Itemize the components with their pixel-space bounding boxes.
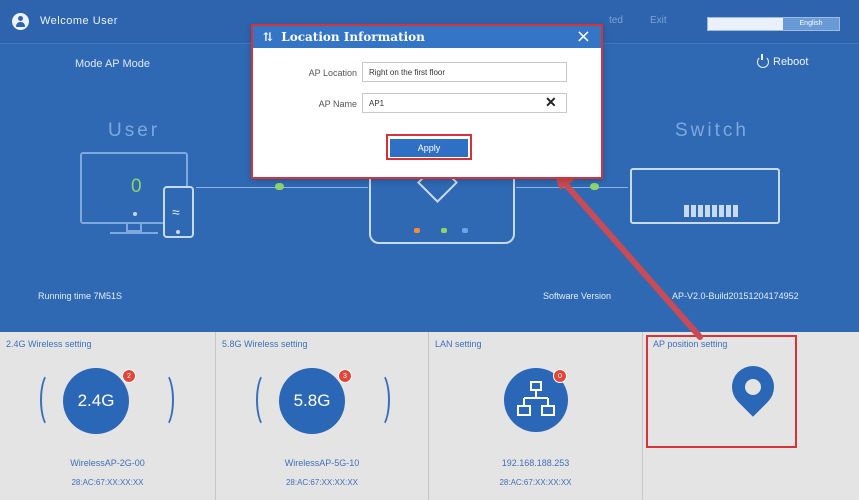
ssid-label: WirelessAP-2G-00 bbox=[70, 458, 145, 468]
panel-title: 5.8G Wireless setting bbox=[222, 339, 308, 349]
panel-58g-wireless[interactable]: 5.8G Wireless setting 5.8G 3 WirelessAP-… bbox=[216, 332, 429, 500]
clear-input-icon[interactable]: ✕ bbox=[545, 94, 557, 111]
dialog-header: ⇅ Location Information × bbox=[253, 26, 601, 48]
dialog-title: Location Information bbox=[281, 30, 425, 44]
wifi-24g-circle[interactable]: 2.4G bbox=[63, 368, 129, 434]
user-label: User bbox=[108, 120, 161, 141]
bracket-right-icon bbox=[370, 372, 390, 428]
tab-faded-1[interactable]: ted bbox=[609, 15, 623, 26]
software-version-value: AP-V2.0-Build20151204174952 bbox=[672, 291, 799, 301]
ssid-label: WirelessAP-5G-10 bbox=[284, 458, 360, 468]
panel-lan[interactable]: LAN setting 0 192.168.188.253 28:AC:67:X… bbox=[429, 332, 643, 500]
close-icon[interactable]: × bbox=[576, 26, 591, 48]
wifi-icon: ≈ bbox=[172, 204, 180, 220]
led-green bbox=[441, 228, 447, 233]
monitor-stand-icon bbox=[126, 224, 142, 232]
location-dialog: ⇅ Location Information × AP Location AP … bbox=[251, 24, 603, 179]
exit-link[interactable]: Exit bbox=[650, 15, 667, 26]
switch-label: Switch bbox=[675, 120, 749, 141]
client-count: 0 bbox=[131, 176, 142, 197]
reboot-button[interactable]: Reboot bbox=[757, 54, 809, 68]
monitor-dot bbox=[133, 212, 137, 216]
sort-icon: ⇅ bbox=[263, 30, 274, 44]
switch-ports-icon bbox=[684, 205, 740, 217]
panel-title: LAN setting bbox=[435, 339, 482, 349]
welcome-text: Welcome User bbox=[40, 15, 118, 27]
bracket-left-icon bbox=[40, 372, 60, 428]
power-icon bbox=[757, 54, 769, 68]
notification-badge: 0 bbox=[553, 369, 567, 383]
phone-dot bbox=[176, 230, 180, 234]
user-avatar-icon bbox=[12, 13, 29, 30]
ap-location-label: AP Location bbox=[308, 68, 357, 78]
notification-badge: 2 bbox=[122, 369, 136, 383]
mac-label: 28:AC:67:XX:XX:XX bbox=[71, 478, 144, 487]
connection-line-right bbox=[516, 187, 628, 188]
led-orange bbox=[414, 228, 420, 233]
highlight-ap-position bbox=[646, 335, 797, 448]
reboot-label: Reboot bbox=[773, 56, 809, 68]
apply-button[interactable]: Apply bbox=[390, 139, 468, 157]
connection-dot-left bbox=[275, 183, 284, 190]
ap-location-input[interactable] bbox=[362, 62, 567, 82]
monitor-base-icon bbox=[110, 232, 158, 234]
apply-highlight: Apply bbox=[386, 134, 472, 160]
connection-dot-right bbox=[590, 183, 599, 190]
language-button[interactable]: English bbox=[783, 18, 839, 30]
notification-badge: 3 bbox=[338, 369, 352, 383]
mode-label: Mode AP Mode bbox=[75, 58, 151, 70]
language-selector[interactable]: English bbox=[707, 17, 840, 31]
wifi-58g-circle[interactable]: 5.8G bbox=[279, 368, 345, 434]
led-blue bbox=[462, 228, 468, 233]
panel-24g-wireless[interactable]: 2.4G Wireless setting 2.4G 2 WirelessAP-… bbox=[0, 332, 216, 500]
ap-name-label: AP Name bbox=[318, 99, 357, 109]
ip-label: 192.168.188.253 bbox=[501, 458, 570, 468]
mac-label: 28:AC:67:XX:XX:XX bbox=[285, 478, 359, 487]
mac-label: 28:AC:67:XX:XX:XX bbox=[499, 478, 572, 487]
software-version-label: Software Version bbox=[543, 291, 612, 301]
bracket-right-icon bbox=[154, 372, 174, 428]
bracket-left-icon bbox=[256, 372, 276, 428]
panel-title: 2.4G Wireless setting bbox=[6, 339, 92, 349]
ap-name-input[interactable] bbox=[362, 93, 567, 113]
running-time: Running time 7M51S bbox=[38, 291, 123, 301]
